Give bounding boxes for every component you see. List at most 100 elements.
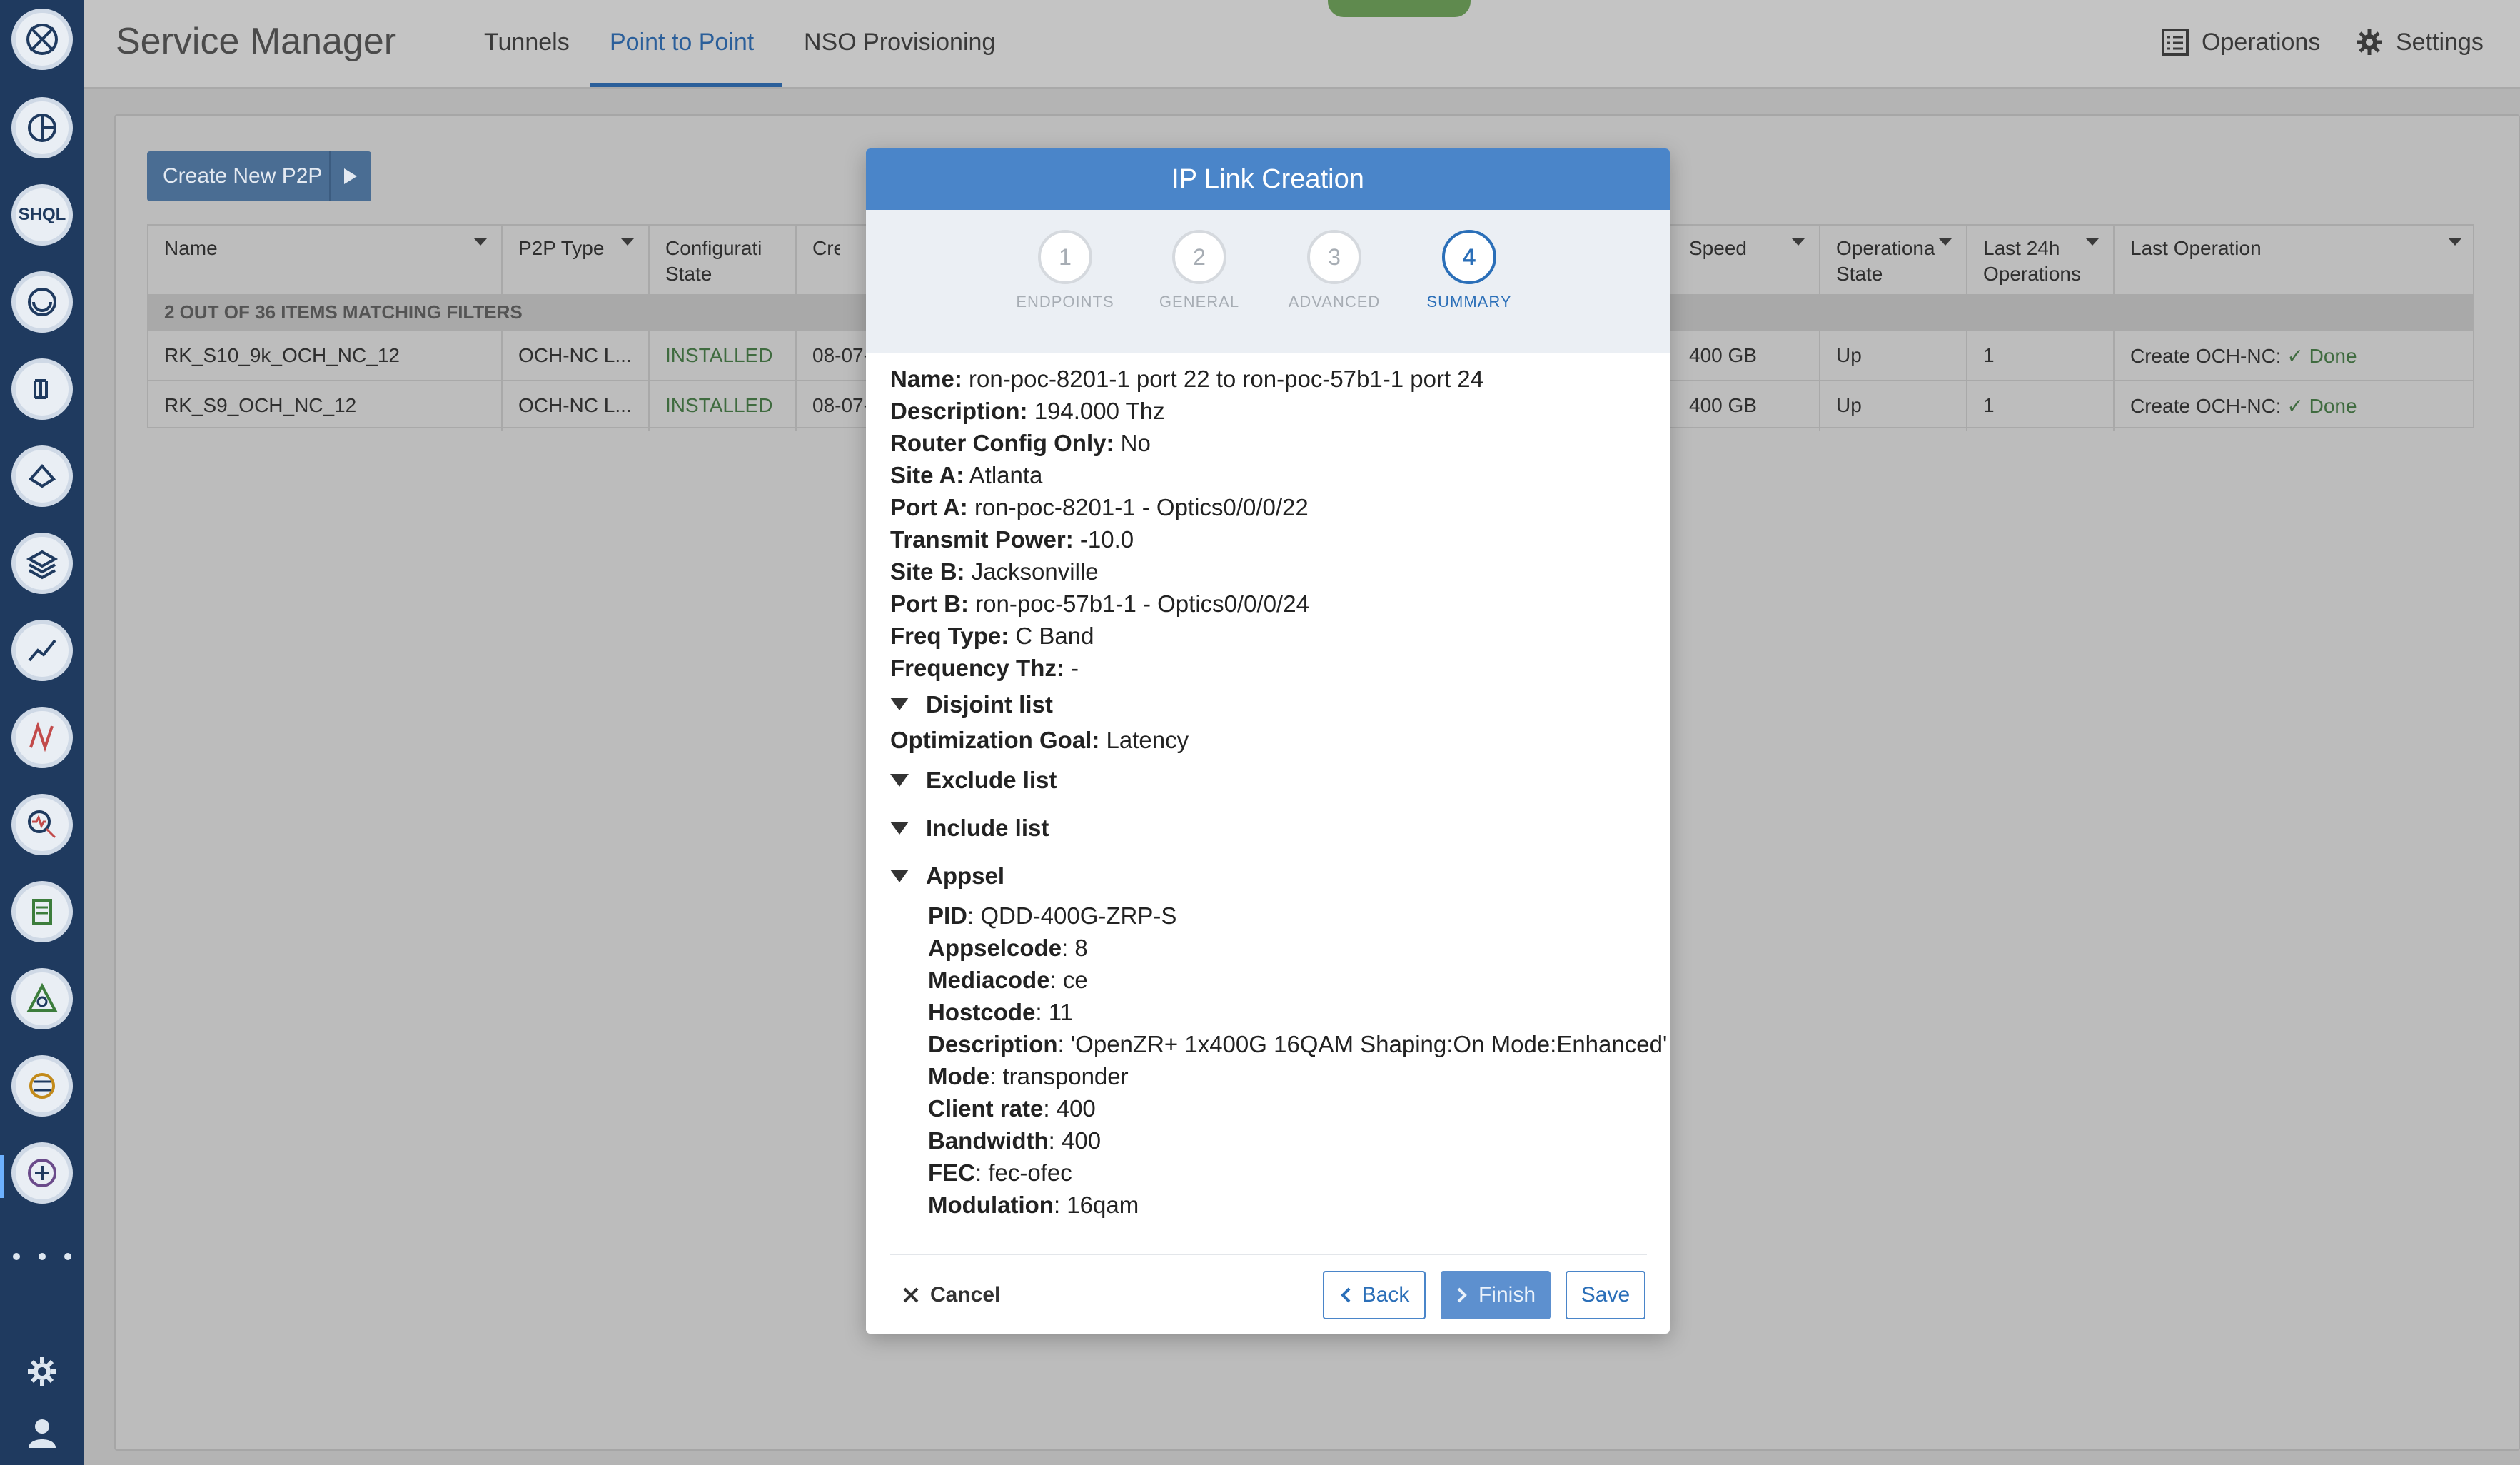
ip-link-creation-dialog: IP Link Creation 1 ENDPOINTS 2 GENERAL 3 AD… [866,148,1670,1334]
cell-state: INSTALLED [650,331,797,381]
sort-caret-icon[interactable] [2086,238,2099,246]
triangle-down-icon [890,773,909,787]
cell-ops: 1 [1967,381,2115,431]
sort-caret-icon[interactable] [1939,238,1952,246]
cell-type: OCH-NC L... [503,331,650,381]
column-header-operational-state[interactable]: Operationa State [1820,226,1967,294]
summary-field: Frequency Thz: - [890,655,1079,681]
tab-tunnels[interactable]: Tunnels [484,29,570,56]
status-pill [1328,0,1471,17]
create-button-label: Create New P2P [163,164,323,188]
report-icon[interactable] [11,881,73,942]
operations-icon [2162,29,2189,56]
step-advanced[interactable]: 3 ADVANCED [1270,230,1398,311]
cell-ops: 1 [1967,331,2115,381]
cell-last-op: Create OCH-NC: ✓ Done [2130,345,2357,367]
step-endpoints[interactable]: 1 ENDPOINTS [1001,230,1129,311]
left-nav-rail: SHQL [0,0,84,1465]
sort-caret-icon[interactable] [2449,238,2461,246]
network-icon[interactable] [11,97,73,158]
health-icon[interactable] [11,794,73,855]
tunnel-icon[interactable] [11,1055,73,1117]
step-general[interactable]: 2 GENERAL [1135,230,1264,311]
footer-divider [890,1254,1647,1255]
create-new-p2p-button[interactable]: Create New P2P [147,151,371,201]
column-header-last-operation[interactable]: Last Operation [2115,226,2476,294]
summary-content: Name: ron-poc-8201-1 port 22 to ron-poc-… [890,363,1668,1221]
wizard-steps: 1 ENDPOINTS 2 GENERAL 3 ADVANCED 4 SUMMARY [866,210,1670,353]
user-icon[interactable] [26,1416,59,1449]
column-header-created[interactable]: Crea [797,226,840,294]
active-indicator [0,1155,4,1198]
sort-caret-icon[interactable] [474,238,487,246]
top-header: Service Manager Tunnels Point to Point N… [84,0,2520,89]
step-summary[interactable]: 4 SUMMARY [1405,230,1533,311]
chevron-right-icon [1457,1287,1467,1303]
globe-icon[interactable] [11,9,73,70]
cell-speed: 400 GB [1673,381,1820,431]
summary-field: Port B: ron-poc-57b1-1 - Optics0/0/0/24 [890,590,1309,617]
cell-last-op: Create OCH-NC: ✓ Done [2130,395,2357,417]
analytics-icon[interactable] [11,707,73,768]
settings-button[interactable]: Settings [2354,27,2484,57]
device-icon[interactable] [11,358,73,420]
appsel-field: Modulation: 16qam [928,1192,1139,1218]
play-icon[interactable] [329,151,371,201]
active-tab-underline [590,83,782,87]
appsel-field: Mediacode: ce [928,967,1088,993]
cell-speed: 400 GB [1673,331,1820,381]
sort-caret-icon[interactable] [621,238,634,246]
status-done: ✓ Done [2287,395,2357,417]
more-icon[interactable] [13,1253,71,1260]
gear-icon[interactable] [24,1354,60,1389]
tab-nso-provisioning[interactable]: NSO Provisioning [804,29,995,56]
back-button[interactable]: Back [1323,1271,1426,1319]
summary-field: Site A: Atlanta [890,462,1043,488]
settings-gear-icon [2357,29,2382,55]
cell-name: RK_S9_OCH_NC_12 [148,381,503,431]
triangle-icon[interactable] [11,968,73,1029]
triangle-down-icon [890,698,909,710]
appsel-field: Hostcode: 11 [928,999,1073,1025]
layers-icon[interactable] [11,533,73,594]
tab-point-to-point[interactable]: Point to Point [610,29,754,56]
summary-field: Site B: Jacksonville [890,558,1099,585]
settings-label: Settings [2396,28,2484,56]
column-header-name[interactable]: Name [148,226,503,294]
save-button[interactable]: Save [1566,1271,1645,1319]
topology-icon[interactable] [11,445,73,507]
cell-type: OCH-NC L... [503,381,650,431]
cell-name: RK_S10_9k_OCH_NC_12 [148,331,503,381]
service-manager-icon[interactable] [11,1142,73,1204]
column-header-last-24h-operations[interactable]: Last 24h Operations [1967,226,2115,294]
sort-caret-icon[interactable] [1792,238,1805,246]
triangle-down-icon [890,869,909,882]
cell-state: INSTALLED [650,381,797,431]
cancel-button[interactable]: Cancel [902,1271,1000,1319]
include-list-toggle[interactable]: Include list [890,804,1647,852]
column-header-configuration-state[interactable]: Configurati State [650,226,797,294]
summary-field: Name: ron-poc-8201-1 port 22 to ron-poc-… [890,366,1483,392]
trend-icon[interactable] [11,620,73,681]
disjoint-list-toggle[interactable]: Disjoint list [890,684,1647,724]
summary-field: Description: 194.000 Thz [890,398,1165,424]
timeline-icon[interactable] [11,271,73,333]
exclude-list-toggle[interactable]: Exclude list [890,756,1647,804]
appsel-toggle[interactable]: Appsel [890,852,1647,900]
appsel-field: Mode: transponder [928,1063,1129,1089]
operations-label: Operations [2202,28,2321,56]
shql-label: SHQL [18,205,66,224]
column-header-p2p-type[interactable]: P2P Type [503,226,650,294]
appsel-field: PID: QDD-400G-ZRP-S [928,902,1177,929]
finish-button[interactable]: Finish [1441,1271,1551,1319]
app-title: Service Manager [116,21,397,62]
dialog-title: IP Link Creation [866,148,1670,210]
summary-field: Transmit Power: -10.0 [890,526,1134,553]
chevron-left-icon [1340,1287,1351,1303]
appsel-field: FEC: fec-ofec [928,1159,1072,1186]
column-header-speed[interactable]: Speed [1673,226,1820,294]
appsel-field: Description: 'OpenZR+ 1x400G 16QAM Shapi… [928,1031,1668,1057]
shql-icon[interactable]: SHQL [11,184,73,246]
summary-field: Freq Type: C Band [890,623,1094,649]
operations-button[interactable]: Operations [2160,27,2320,57]
